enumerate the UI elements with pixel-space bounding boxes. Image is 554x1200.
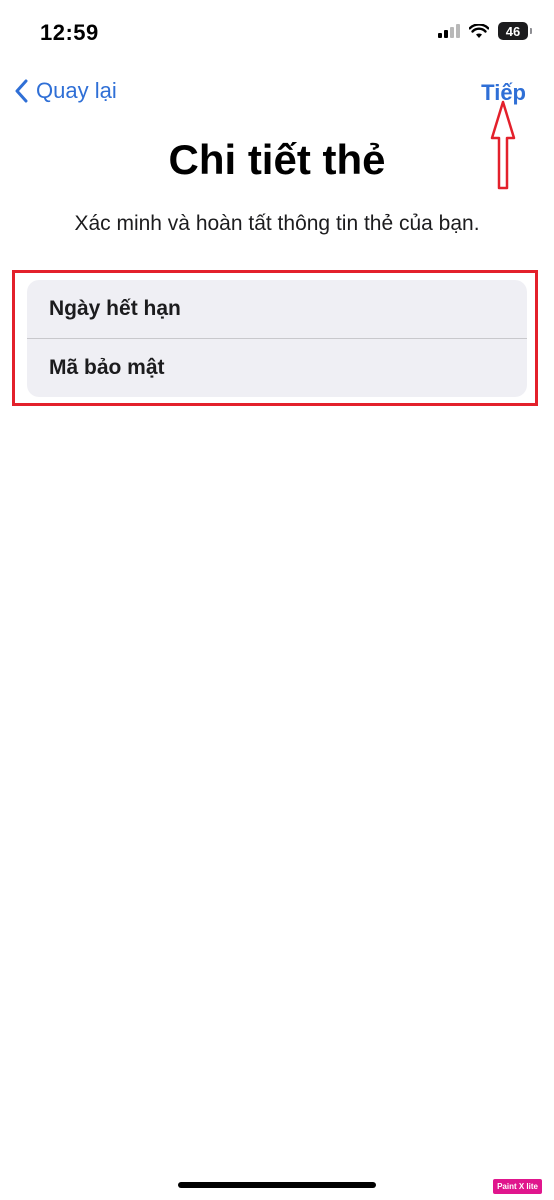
home-indicator	[178, 1182, 376, 1188]
back-button-label: Quay lại	[36, 78, 117, 103]
battery-icon: 46	[498, 22, 532, 40]
watermark: Paint X lite	[493, 1179, 542, 1194]
battery-level: 46	[505, 23, 521, 39]
navigation-bar: Quay lại Tiếp	[0, 72, 554, 118]
chevron-left-icon	[15, 79, 28, 103]
status-time: 12:59	[40, 20, 99, 45]
status-bar: 12:59 46	[0, 0, 554, 64]
annotation-highlight-box	[12, 270, 538, 406]
back-button[interactable]: Quay lại	[14, 78, 117, 104]
page-title: Chi tiết thẻ	[168, 136, 386, 183]
status-icons: 46	[438, 22, 532, 40]
cellular-signal-icon	[438, 24, 460, 38]
page-subtitle: Xác minh và hoàn tất thông tin thẻ của b…	[74, 212, 480, 235]
wifi-icon	[469, 23, 489, 38]
